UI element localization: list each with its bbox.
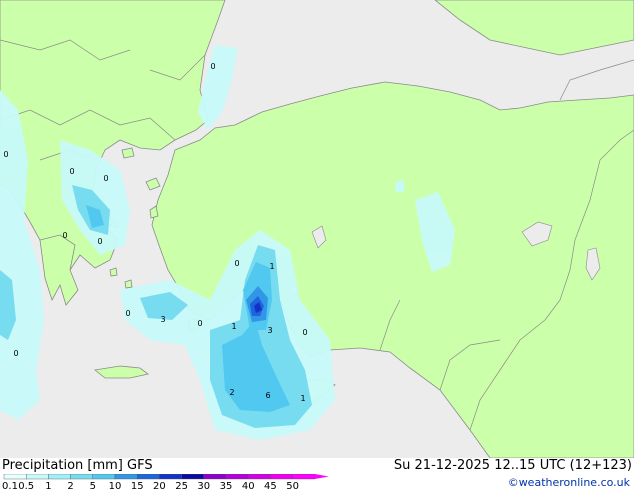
map-value-label: 0 — [97, 237, 102, 246]
legend-tick-label: 20 — [153, 481, 166, 490]
legend-tick-label: 2 — [67, 481, 73, 490]
legend-swatch — [292, 474, 316, 480]
legend-swatch — [26, 474, 49, 480]
legend-tick-label: 0.1 — [2, 481, 18, 490]
legend-tick-label: 5 — [90, 481, 96, 490]
legend-swatch — [270, 474, 293, 480]
map-value-label: 0 — [234, 259, 239, 268]
land-lemnos — [121, 147, 135, 159]
legend-swatch — [203, 474, 227, 480]
map-value-label: 3 — [160, 315, 165, 324]
precipitation-legend: 0.1 0.5 1 2 5 10 15 20 25 30 35 40 45 50 — [2, 474, 329, 490]
map-value-label: 0 — [210, 62, 215, 71]
precipitation-map: 0 0 0 0 0 0 0 1 0 3 0 1 3 0 0 2 6 1 — [0, 0, 634, 458]
map-value-label: 0 — [69, 167, 74, 176]
map-value-label: 0 — [197, 319, 202, 328]
legend-tick-label: 15 — [131, 481, 144, 490]
legend-swatch — [159, 474, 182, 480]
map-value-label: 1 — [231, 322, 236, 331]
legend-tick-label: 0.5 — [18, 481, 34, 490]
legend-swatch — [92, 474, 116, 480]
legend-tick-label: 10 — [109, 481, 122, 490]
map-value-label: 2 — [229, 388, 234, 397]
legend-swatch — [3, 474, 27, 480]
legend-tick-label: 25 — [175, 481, 188, 490]
valid-datetime: Su 21-12-2025 12..15 UTC (12+123) — [393, 458, 632, 473]
map-value-label: 0 — [302, 328, 307, 337]
credit-link[interactable]: ©weatheronline.co.uk — [508, 476, 630, 489]
product-title: Precipitation [mm] GFS — [2, 458, 153, 473]
footer: Precipitation [mm] GFS Su 21-12-2025 12.… — [0, 458, 634, 490]
legend-swatch — [48, 474, 71, 480]
map-value-label: 0 — [13, 349, 18, 358]
map-value-label: 0 — [62, 231, 67, 240]
map-value-label: 0 — [125, 309, 130, 318]
map-value-label: 3 — [267, 326, 272, 335]
map-value-label: 6 — [265, 391, 270, 400]
map-value-label: 0 — [3, 150, 8, 159]
map-value-label: 1 — [269, 262, 274, 271]
legend-swatch — [70, 474, 93, 480]
legend-arrow-icon — [314, 474, 329, 479]
legend-tick-label: 30 — [197, 481, 210, 490]
legend-swatch — [247, 474, 271, 480]
legend-tick-label: 45 — [264, 481, 277, 490]
map-value-label: 1 — [300, 394, 305, 403]
legend-tick-label: 40 — [242, 481, 255, 490]
legend-tick-label: 50 — [286, 481, 299, 490]
legend-tick-label: 35 — [220, 481, 233, 490]
legend-swatch — [136, 474, 160, 480]
legend-swatch — [225, 474, 249, 480]
legend-swatch — [114, 474, 138, 480]
map-value-label: 0 — [103, 174, 108, 183]
legend-tick-label: 1 — [45, 481, 51, 490]
legend-swatch — [181, 474, 205, 480]
